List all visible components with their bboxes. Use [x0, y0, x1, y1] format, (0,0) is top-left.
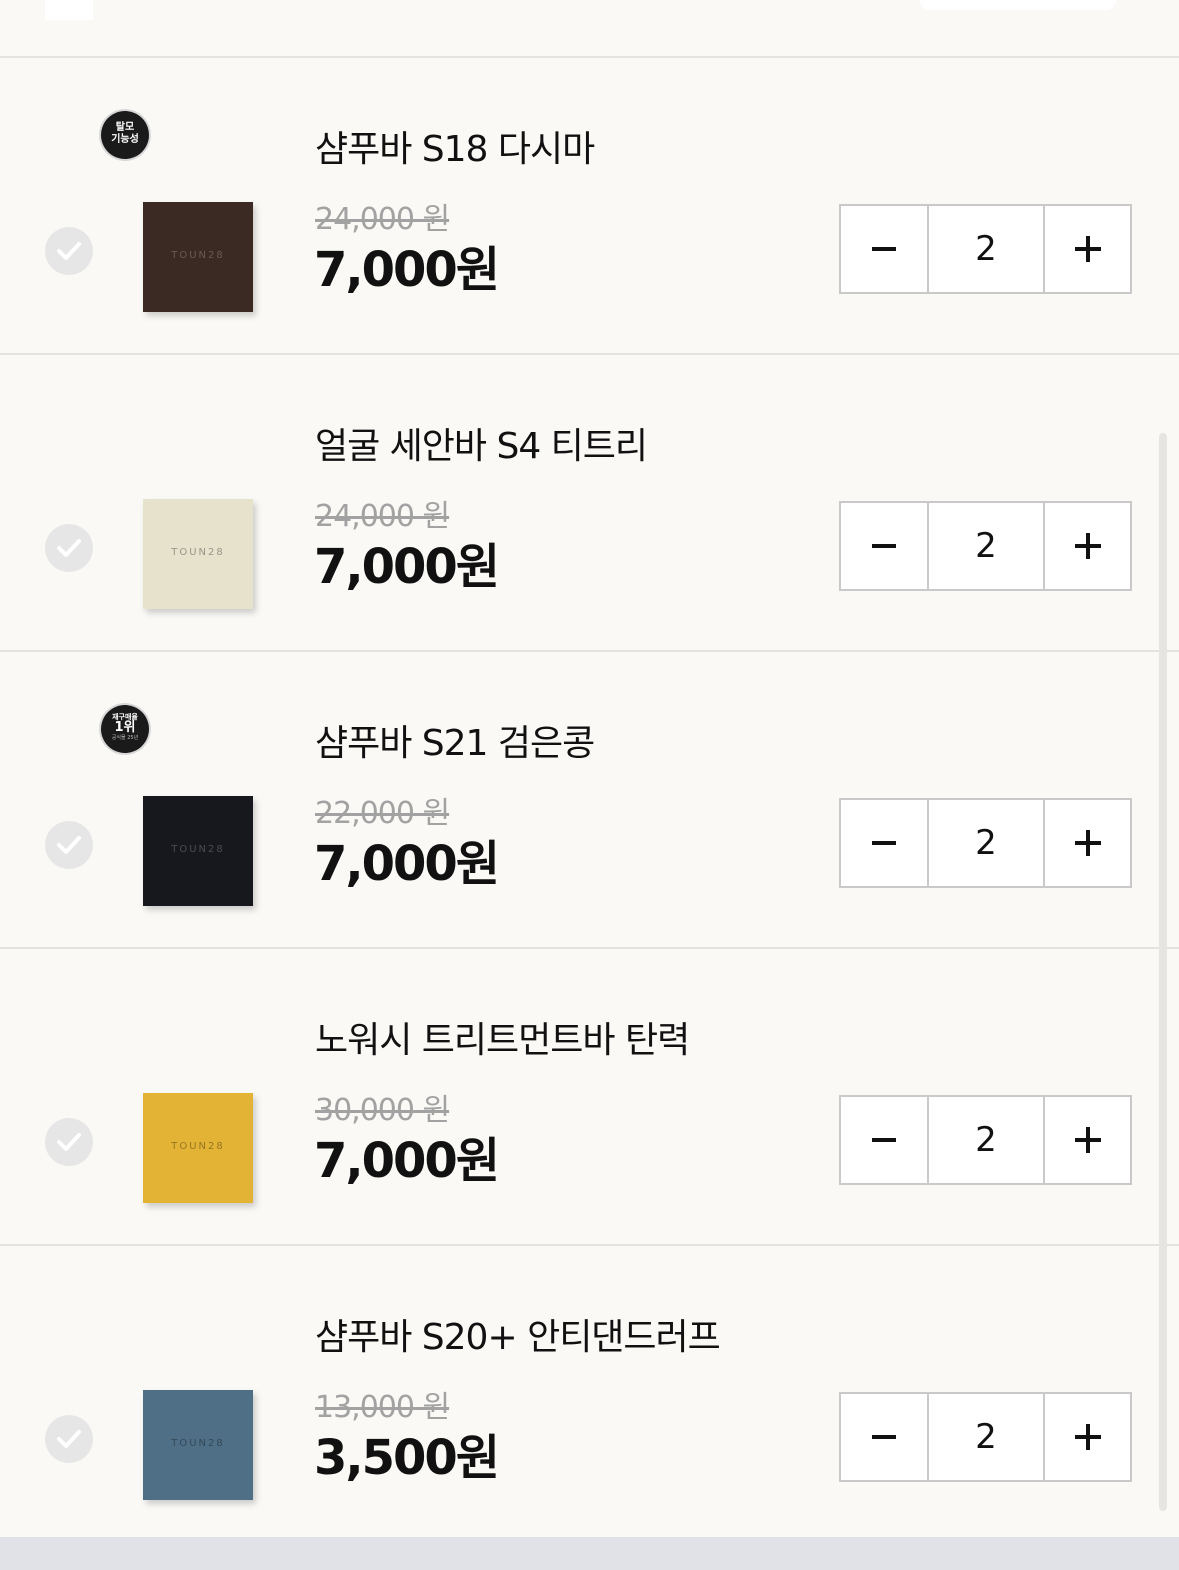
- badge-line-2: 1위: [114, 720, 136, 735]
- select-item-checkbox[interactable]: [45, 227, 93, 275]
- minus-icon: [872, 1435, 896, 1439]
- sale-price: 7,000원: [314, 1133, 500, 1189]
- soap-logo-text: TOUN28: [171, 1438, 225, 1449]
- checkmark-circle-icon: [57, 1133, 81, 1151]
- product-badge: 탈모 기능성: [101, 111, 149, 159]
- minus-icon: [872, 841, 896, 845]
- increase-quantity-button[interactable]: [1045, 800, 1130, 886]
- cart-item-row: 재구매율 1위 공식몰 25년 TOUN28 샴푸바 S21 검은콩 22,000 원 7,…: [0, 652, 1179, 949]
- product-name[interactable]: 샴푸바 S20+ 안티댄드러프: [315, 1308, 721, 1360]
- product-image[interactable]: TOUN28: [143, 1093, 253, 1203]
- product-name[interactable]: 얼굴 세안바 S4 티트리: [315, 417, 648, 469]
- header-pill-edge[interactable]: [920, 0, 1116, 10]
- badge-line-1: 재구매율: [112, 713, 138, 721]
- select-item-checkbox[interactable]: [45, 524, 93, 572]
- quantity-value[interactable]: 2: [929, 1394, 1045, 1480]
- checkmark-circle-icon: [57, 539, 81, 557]
- minus-icon: [872, 247, 896, 251]
- decrease-quantity-button[interactable]: [841, 1097, 929, 1183]
- plus-icon: [1074, 1424, 1101, 1450]
- cart-item-row: TOUN28 얼굴 세안바 S4 티트리 24,000 원 7,000원 2: [0, 355, 1179, 652]
- soap-logo-text: TOUN28: [171, 250, 225, 261]
- increase-quantity-button[interactable]: [1045, 1394, 1130, 1480]
- product-name[interactable]: 샴푸바 S21 검은콩: [315, 714, 595, 766]
- quantity-value[interactable]: 2: [929, 1097, 1045, 1183]
- sale-price: 3,500원: [314, 1430, 500, 1486]
- previous-section-edge: [0, 0, 1179, 58]
- product-image[interactable]: TOUN28: [143, 796, 253, 906]
- quantity-value[interactable]: 2: [929, 503, 1045, 589]
- decrease-quantity-button[interactable]: [841, 503, 929, 589]
- plus-icon: [1074, 830, 1101, 856]
- increase-quantity-button[interactable]: [1045, 1097, 1130, 1183]
- checkmark-circle-icon: [57, 1430, 81, 1448]
- badge-line-1: 탈모: [115, 122, 135, 133]
- select-item-checkbox[interactable]: [45, 1118, 93, 1166]
- minus-icon: [872, 544, 896, 548]
- quantity-stepper: 2: [839, 1392, 1132, 1482]
- badge-line-3: 공식몰 25년: [111, 735, 139, 741]
- checkmark-circle-icon: [57, 242, 81, 260]
- quantity-stepper: 2: [839, 798, 1132, 888]
- plus-icon: [1074, 1127, 1101, 1153]
- sale-price: 7,000원: [314, 242, 500, 298]
- quantity-value[interactable]: 2: [929, 206, 1045, 292]
- increase-quantity-button[interactable]: [1045, 206, 1130, 292]
- quantity-stepper: 2: [839, 1095, 1132, 1185]
- product-badge: 재구매율 1위 공식몰 25년: [101, 705, 149, 753]
- cart-item-row: 탈모 기능성 TOUN28 샴푸바 S18 다시마 24,000 원 7,000원 2: [0, 58, 1179, 355]
- plus-icon: [1074, 533, 1101, 559]
- product-image[interactable]: TOUN28: [143, 1390, 253, 1500]
- cart-item-row: TOUN28 노워시 트리트먼트바 탄력 30,000 원 7,000원 2: [0, 949, 1179, 1246]
- product-image[interactable]: TOUN28: [143, 202, 253, 312]
- plus-icon: [1074, 236, 1101, 262]
- bottom-bar: [0, 1537, 1179, 1570]
- decrease-quantity-button[interactable]: [841, 1394, 929, 1480]
- soap-logo-text: TOUN28: [171, 844, 225, 855]
- increase-quantity-button[interactable]: [1045, 503, 1130, 589]
- product-name[interactable]: 노워시 트리트먼트바 탄력: [315, 1011, 690, 1063]
- select-item-checkbox[interactable]: [45, 1415, 93, 1463]
- quantity-stepper: 2: [839, 501, 1132, 591]
- minus-icon: [872, 1138, 896, 1142]
- sale-price: 7,000원: [314, 836, 500, 892]
- quantity-value[interactable]: 2: [929, 800, 1045, 886]
- soap-logo-text: TOUN28: [171, 547, 225, 558]
- scrollbar[interactable]: [1159, 433, 1167, 1511]
- product-name[interactable]: 샴푸바 S18 다시마: [315, 120, 595, 172]
- select-item-checkbox[interactable]: [45, 821, 93, 869]
- select-all-box-edge[interactable]: [45, 0, 93, 20]
- cart-item-row: TOUN28 샴푸바 S20+ 안티댄드러프 13,000 원 3,500원 2: [0, 1246, 1179, 1543]
- decrease-quantity-button[interactable]: [841, 206, 929, 292]
- checkmark-circle-icon: [57, 836, 81, 854]
- sale-price: 7,000원: [314, 539, 500, 595]
- quantity-stepper: 2: [839, 204, 1132, 294]
- soap-logo-text: TOUN28: [171, 1141, 225, 1152]
- badge-line-2: 기능성: [111, 134, 139, 145]
- product-image[interactable]: TOUN28: [143, 499, 253, 609]
- decrease-quantity-button[interactable]: [841, 800, 929, 886]
